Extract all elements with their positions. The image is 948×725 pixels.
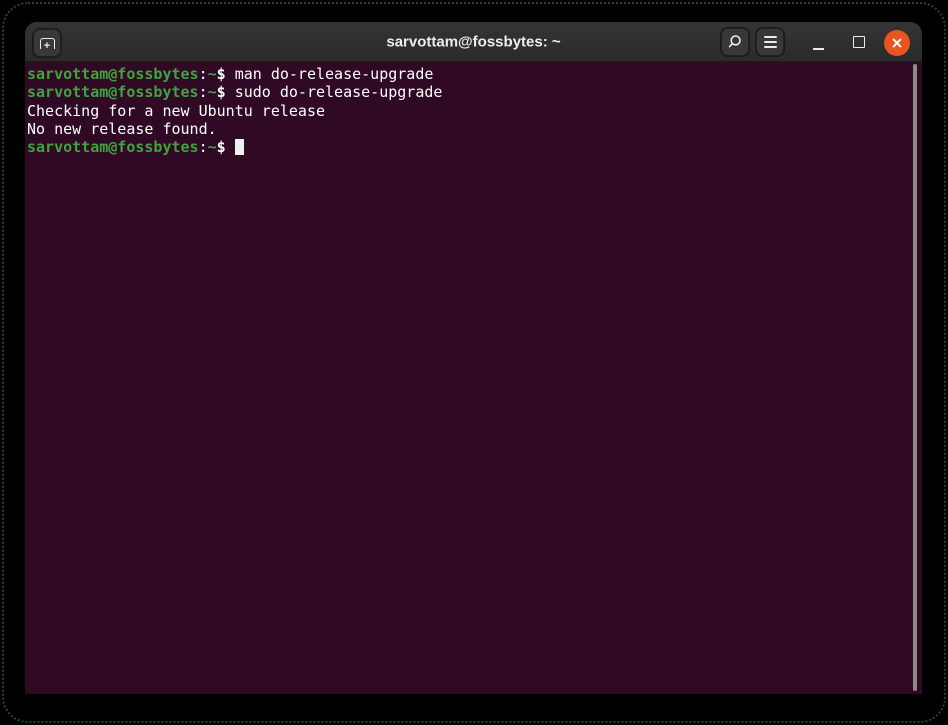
prompt-dollar: $ — [217, 138, 235, 156]
new-tab-button[interactable]: + — [33, 29, 61, 57]
terminal-screen[interactable]: sarvottam@fossbytes:~$ man do-release-up… — [25, 62, 922, 694]
minimize-button[interactable] — [806, 30, 830, 54]
terminal-window: + sarvottam@fossbytes: ~ sarvottam@fo — [25, 22, 922, 694]
close-icon — [889, 35, 905, 51]
titlebar[interactable]: + sarvottam@fossbytes: ~ — [25, 22, 922, 62]
prompt-path: ~ — [208, 65, 217, 83]
scrollbar-thumb[interactable] — [913, 64, 917, 691]
output-text: Checking for a new Ubuntu release — [27, 102, 325, 120]
prompt-colon: : — [199, 83, 208, 101]
prompt-dollar: $ — [217, 65, 235, 83]
search-button[interactable] — [721, 28, 749, 56]
prompt-colon: : — [199, 65, 208, 83]
menu-button[interactable] — [756, 28, 784, 56]
terminal-line: sarvottam@fossbytes:~$ sudo do-release-u… — [27, 83, 922, 101]
desktop-background: { "colors": { "terminal_background": "#3… — [0, 0, 948, 725]
prompt-path: ~ — [208, 83, 217, 101]
terminal-line: Checking for a new Ubuntu release — [27, 102, 922, 120]
hamburger-menu-icon — [764, 36, 777, 48]
output-text: No new release found. — [27, 120, 217, 138]
command-text: sudo do-release-upgrade — [235, 83, 443, 101]
terminal-line: No new release found. — [27, 120, 922, 138]
window-title: sarvottam@fossbytes: ~ — [386, 33, 560, 50]
terminal-line: sarvottam@fossbytes:~$ man do-release-up… — [27, 65, 922, 83]
prompt-path: ~ — [208, 138, 217, 156]
maximize-icon — [853, 36, 865, 48]
close-button[interactable] — [884, 30, 910, 56]
command-text: man do-release-upgrade — [235, 65, 434, 83]
prompt-user-host: sarvottam@fossbytes — [27, 83, 199, 101]
prompt-user-host: sarvottam@fossbytes — [27, 65, 199, 83]
maximize-button[interactable] — [847, 30, 871, 54]
prompt-colon: : — [199, 138, 208, 156]
prompt-user-host: sarvottam@fossbytes — [27, 138, 199, 156]
new-tab-icon: + — [40, 38, 55, 49]
search-icon — [727, 34, 743, 50]
terminal-line: sarvottam@fossbytes:~$ — [27, 138, 922, 156]
text-cursor — [235, 139, 244, 155]
minimize-icon — [813, 48, 824, 50]
prompt-dollar: $ — [217, 83, 235, 101]
